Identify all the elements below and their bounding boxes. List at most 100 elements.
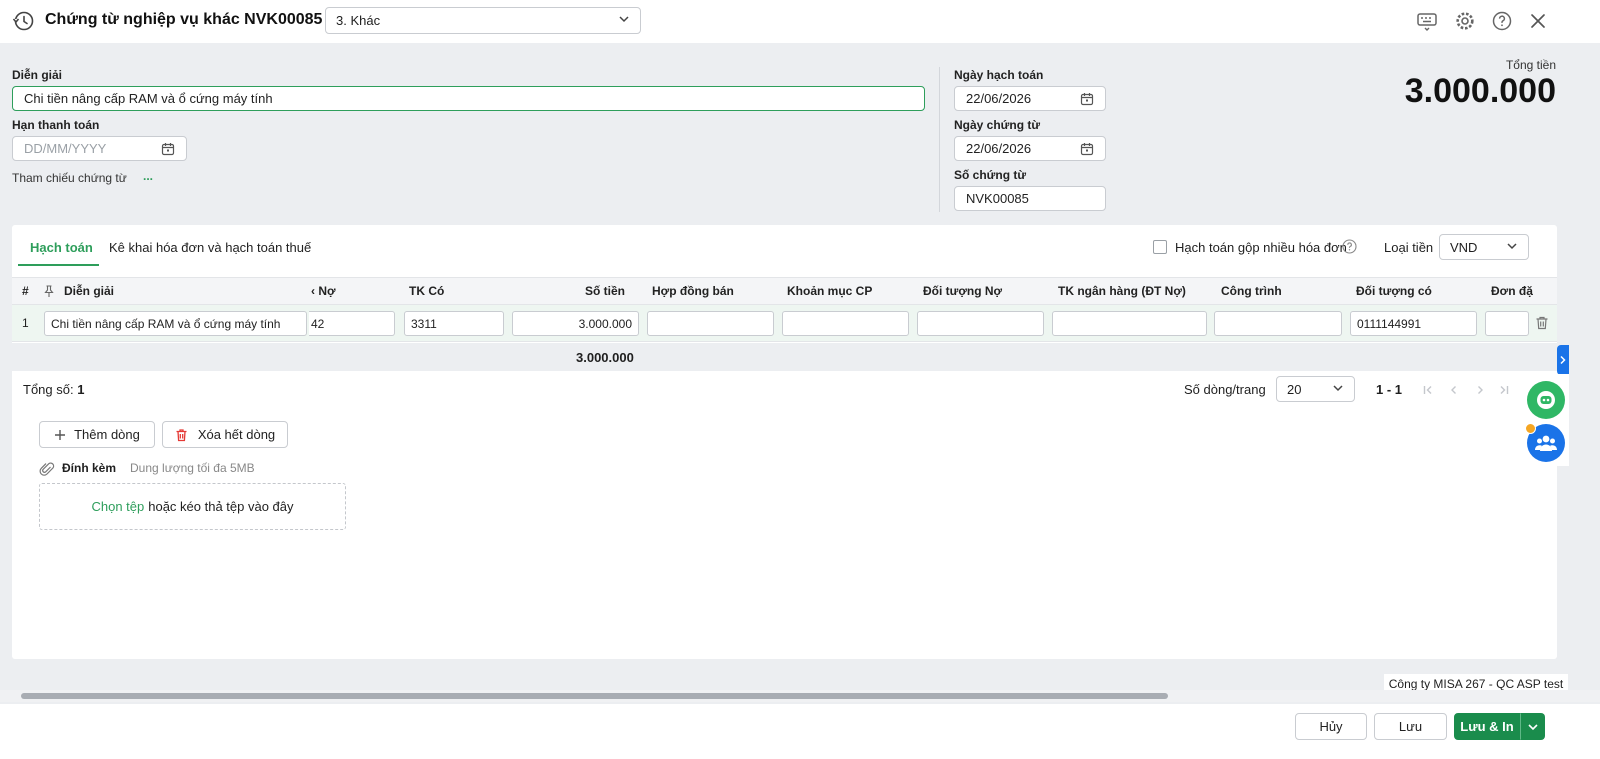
col-amount[interactable]: Số tiền — [585, 284, 625, 298]
posting-date-label: Ngày hạch toán — [954, 68, 1044, 82]
row-bank-account-input[interactable] — [1052, 311, 1207, 336]
total-label: Tổng tiền — [1505, 58, 1556, 72]
total-value: 3.000.000 — [1404, 72, 1556, 110]
rows-per-page-value: 20 — [1287, 381, 1302, 397]
tab-accounting[interactable]: Hạch toán — [30, 240, 93, 255]
pin-icon[interactable] — [43, 285, 55, 301]
currency-select[interactable]: VND — [1439, 234, 1529, 260]
currency-value: VND — [1450, 239, 1478, 255]
col-description[interactable]: Diễn giải — [64, 284, 114, 298]
rows-per-page-label: Số dòng/trang — [1184, 382, 1266, 397]
voucher-no-input[interactable]: NVK00085 — [954, 186, 1106, 211]
save-button[interactable]: Lưu — [1374, 713, 1447, 740]
row-order-input[interactable] — [1485, 311, 1529, 336]
chatbot-button[interactable] — [1527, 381, 1565, 419]
col-sales-contract[interactable]: Hợp đồng bán — [652, 284, 734, 298]
save-print-button[interactable]: Lưu & In — [1454, 713, 1520, 740]
due-date-input[interactable]: DD/MM/YYYY — [12, 136, 187, 161]
help-icon[interactable] — [1491, 10, 1513, 32]
posting-date-value: 22/06/2026 — [966, 91, 1032, 106]
row-credit-account-input[interactable]: 3311 — [404, 311, 504, 336]
row-description-input[interactable]: Chi tiền nâng cấp RAM và ổ cứng máy tính — [44, 311, 307, 336]
reference-more-button[interactable]: ... — [143, 169, 153, 183]
voucher-date-input[interactable]: 22/06/2026 — [954, 136, 1106, 161]
horizontal-scrollbar-thumb[interactable] — [21, 693, 1168, 699]
row-debit-object-input[interactable] — [917, 311, 1044, 336]
delete-all-rows-button[interactable]: Xóa hết dòng — [162, 421, 288, 448]
choose-file-link[interactable]: Chọn tệp — [91, 499, 144, 514]
due-date-placeholder: DD/MM/YYYY — [24, 141, 107, 156]
last-page-icon[interactable] — [1497, 383, 1511, 397]
page-range: 1 - 1 — [1376, 382, 1403, 397]
col-credit-object[interactable]: Đối tượng có — [1356, 284, 1432, 298]
history-icon[interactable] — [12, 10, 34, 32]
row-expense-item-input[interactable] — [782, 311, 909, 336]
save-options-dropdown[interactable] — [1520, 713, 1545, 740]
delete-all-rows-label: Xóa hết dòng — [197, 427, 276, 442]
currency-label: Loại tiền — [1384, 240, 1434, 255]
col-index: # — [22, 284, 29, 298]
first-page-icon[interactable] — [1421, 383, 1435, 397]
gear-icon[interactable] — [1454, 10, 1476, 32]
next-page-icon[interactable] — [1473, 383, 1487, 397]
merge-invoices-label: Hạch toán gộp nhiều hóa đơn — [1175, 240, 1347, 255]
help-icon[interactable] — [1342, 239, 1357, 254]
col-order[interactable]: Đơn đặ — [1491, 284, 1533, 298]
col-expense-item[interactable]: Khoản mục CP — [787, 284, 872, 298]
chevron-right-icon — [1559, 355, 1567, 365]
active-tab-indicator — [18, 264, 99, 266]
due-date-label: Hạn thanh toán — [12, 118, 100, 132]
voucher-date-value: 22/06/2026 — [966, 141, 1032, 156]
col-debit-object[interactable]: Đối tượng Nợ — [923, 284, 1002, 298]
description-label: Diễn giải — [12, 68, 63, 82]
page-title: Chứng từ nghiệp vụ khác NVK00085 — [45, 11, 323, 28]
calendar-icon[interactable] — [161, 142, 175, 156]
voucher-no-label: Số chứng từ — [954, 168, 1027, 182]
col-project[interactable]: Công trình — [1221, 284, 1282, 298]
drop-zone-text: hoặc kéo thả tệp vào đây — [148, 499, 294, 514]
tab-invoice-tax[interactable]: Kê khai hóa đơn và hạch toán thuế — [109, 240, 311, 255]
voucher-type-select[interactable]: 3. Khác — [325, 7, 641, 34]
reference-label: Tham chiếu chứng từ — [12, 171, 127, 185]
description-input[interactable]: Chi tiền nâng cấp RAM và ổ cứng máy tính — [12, 86, 925, 111]
row-debit-account-input[interactable]: 42 — [309, 311, 395, 336]
row-index: 1 — [22, 316, 29, 330]
col-bank-account[interactable]: TK ngân hàng (ĐT Nợ) — [1058, 284, 1186, 298]
posting-date-input[interactable]: 22/06/2026 — [954, 86, 1106, 111]
delete-row-icon[interactable] — [1534, 315, 1550, 331]
keyboard-icon[interactable] — [1416, 10, 1438, 32]
row-credit-object-input[interactable]: 0111144991 — [1350, 311, 1477, 336]
voucher-date-label: Ngày chứng từ — [954, 118, 1041, 132]
row-project-input[interactable] — [1214, 311, 1342, 336]
side-panel-toggle[interactable] — [1557, 345, 1569, 375]
cancel-button[interactable]: Hủy — [1295, 713, 1367, 740]
row-amount-input[interactable]: 3.000.000 — [512, 311, 639, 336]
chevron-down-icon — [1527, 721, 1539, 733]
chevron-down-icon — [1332, 382, 1344, 397]
trash-icon — [175, 428, 188, 442]
paperclip-icon — [39, 461, 55, 477]
file-drop-zone[interactable]: Chọn tệp hoặc kéo thả tệp vào đây — [39, 483, 346, 530]
grid-header: # Diễn giải ‹ Nợ TK Có Số tiền Hợp đồng … — [12, 277, 1557, 305]
total-count-label: Tổng số: — [23, 382, 74, 397]
rows-per-page-select[interactable]: 20 — [1276, 376, 1355, 402]
chatbot-icon — [1534, 388, 1558, 412]
col-debit-account[interactable]: ‹ Nợ — [311, 284, 336, 298]
row-sales-contract-input[interactable] — [647, 311, 774, 336]
calendar-icon[interactable] — [1080, 92, 1094, 106]
add-row-button[interactable]: Thêm dòng — [39, 421, 155, 448]
close-icon[interactable] — [1527, 10, 1549, 32]
table-row[interactable]: 1 Chi tiền nâng cấp RAM và ổ cứng máy tí… — [12, 305, 1557, 342]
add-row-label: Thêm dòng — [74, 427, 140, 442]
prev-page-icon[interactable] — [1447, 383, 1461, 397]
form-divider — [939, 67, 940, 212]
sum-amount: 3.000.000 — [576, 350, 634, 365]
col-credit-account[interactable]: TK Có — [409, 284, 444, 298]
group-users-icon — [1534, 432, 1558, 454]
calendar-icon[interactable] — [1080, 142, 1094, 156]
merge-invoices-checkbox[interactable] — [1153, 240, 1167, 254]
plus-icon — [54, 429, 66, 441]
chevron-down-icon — [1506, 240, 1518, 255]
voucher-no-value: NVK00085 — [966, 191, 1029, 206]
notification-dot — [1525, 423, 1536, 434]
